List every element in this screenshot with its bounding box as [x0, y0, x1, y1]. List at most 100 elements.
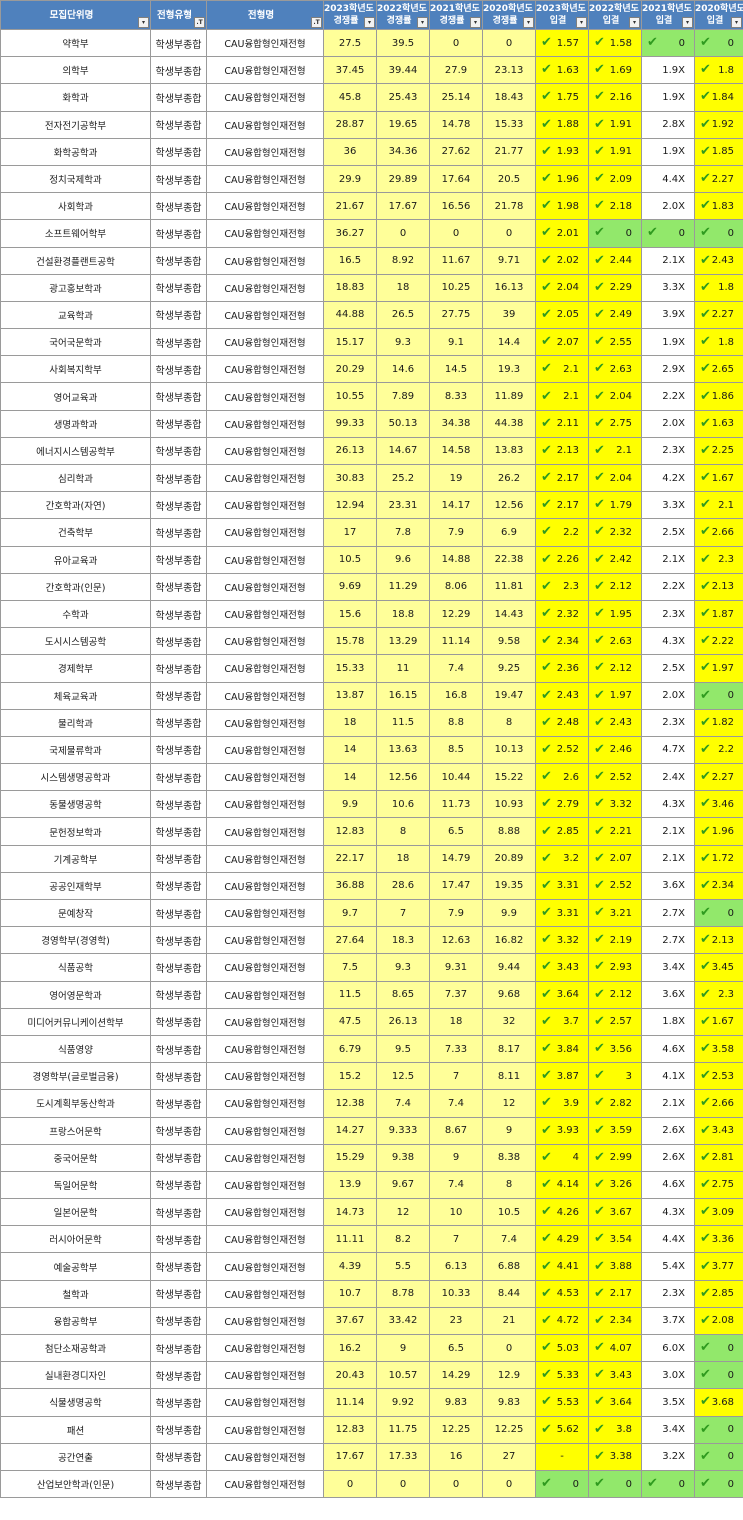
competition-rate-cell[interactable]: 15.33 — [323, 654, 377, 683]
admission-name-cell[interactable]: CAU융합형인재전형 — [206, 436, 324, 466]
cutoff-grade-cell[interactable]: 1.8X — [641, 1007, 695, 1036]
competition-rate-cell[interactable]: 44.38 — [482, 409, 536, 438]
department-cell[interactable]: 건축학부 — [0, 518, 151, 547]
cutoff-grade-cell[interactable]: ✔ 2.17 — [588, 1279, 642, 1308]
admission-type-cell[interactable]: 학생부종합 — [150, 1279, 207, 1308]
cutoff-grade-cell[interactable]: ✔ 3.84 — [535, 1034, 589, 1064]
admission-name-cell[interactable]: CAU융합형인재전형 — [206, 953, 324, 982]
cutoff-grade-cell[interactable]: ✔ 2.07 — [588, 844, 642, 873]
competition-rate-cell[interactable]: 26.13 — [323, 436, 377, 466]
competition-rate-cell[interactable]: 18 — [323, 708, 377, 737]
competition-rate-cell[interactable]: 12.83 — [323, 1415, 377, 1444]
competition-rate-cell[interactable]: 9.31 — [429, 953, 483, 982]
competition-rate-cell[interactable]: 7.4 — [429, 654, 483, 683]
cutoff-grade-cell[interactable]: ✔ 1.67 — [694, 1007, 743, 1036]
competition-rate-cell[interactable]: 12.5 — [376, 1062, 430, 1091]
competition-rate-cell[interactable]: 0 — [429, 28, 483, 58]
cutoff-grade-cell[interactable]: ✔ 2.08 — [694, 1306, 743, 1336]
cutoff-grade-cell[interactable]: ✔ 2.85 — [535, 817, 589, 846]
admission-name-cell[interactable]: CAU융합형인재전형 — [206, 219, 324, 248]
cutoff-grade-cell[interactable]: 2.7X — [641, 926, 695, 955]
admission-name-cell[interactable]: CAU융합형인재전형 — [206, 1089, 324, 1118]
cutoff-grade-cell[interactable]: ✔ 2.43 — [588, 708, 642, 737]
cutoff-grade-cell[interactable]: ✔ 2.16 — [588, 83, 642, 112]
competition-rate-cell[interactable]: 18.43 — [482, 83, 536, 112]
cutoff-grade-cell[interactable]: 2.9X — [641, 355, 695, 384]
cutoff-grade-cell[interactable]: ✔ 2.65 — [694, 355, 743, 384]
competition-rate-cell[interactable]: 15.6 — [323, 599, 377, 629]
admission-type-cell[interactable]: 학생부종합 — [150, 463, 207, 493]
competition-rate-cell[interactable]: 11.5 — [323, 980, 377, 1009]
admission-name-cell[interactable]: CAU융합형인재전형 — [206, 110, 324, 139]
admission-type-cell[interactable]: 학생부종합 — [150, 56, 207, 85]
competition-rate-cell[interactable]: 8 — [482, 1170, 536, 1200]
cutoff-grade-cell[interactable]: ✔ 2.81 — [694, 1143, 743, 1172]
cutoff-grade-cell[interactable]: 6.0X — [641, 1333, 695, 1363]
admission-name-cell[interactable]: CAU융합형인재전형 — [206, 246, 324, 275]
competition-rate-cell[interactable]: 9.6 — [376, 545, 430, 574]
competition-rate-cell[interactable]: 7.9 — [429, 898, 483, 928]
competition-rate-cell[interactable]: 17.47 — [429, 871, 483, 901]
cutoff-grade-cell[interactable]: ✔ 3.45 — [694, 953, 743, 982]
cutoff-grade-cell[interactable]: ✔ 2.32 — [588, 518, 642, 547]
admission-type-cell[interactable]: 학생부종합 — [150, 409, 207, 438]
competition-rate-cell[interactable]: 8.06 — [429, 572, 483, 601]
admission-name-cell[interactable]: CAU융합형인재전형 — [206, 708, 324, 737]
competition-rate-cell[interactable]: 9 — [429, 1143, 483, 1172]
cutoff-grade-cell[interactable]: ✔ 5.53 — [535, 1388, 589, 1417]
competition-rate-cell[interactable]: 10.13 — [482, 735, 536, 765]
cutoff-grade-cell[interactable]: ✔ 2.63 — [588, 627, 642, 656]
competition-rate-cell[interactable]: 10.5 — [323, 545, 377, 574]
cutoff-grade-cell[interactable]: ✔ 2.01 — [535, 219, 589, 248]
admission-name-cell[interactable]: CAU융합형인재전형 — [206, 980, 324, 1009]
competition-rate-cell[interactable]: 20.43 — [323, 1361, 377, 1390]
cutoff-grade-cell[interactable]: ✔ 2.43 — [694, 246, 743, 275]
cutoff-grade-cell[interactable]: 1.9X — [641, 137, 695, 166]
cutoff-grade-cell[interactable]: ✔ 2.66 — [694, 1089, 743, 1118]
department-cell[interactable]: 실내환경디자인 — [0, 1361, 151, 1390]
cutoff-grade-cell[interactable]: ✔ 0 — [694, 1469, 743, 1499]
competition-rate-cell[interactable]: 14.88 — [429, 545, 483, 574]
competition-rate-cell[interactable]: 8.92 — [376, 246, 430, 275]
department-cell[interactable]: 문헌정보학과 — [0, 817, 151, 846]
competition-rate-cell[interactable]: 20.89 — [482, 844, 536, 873]
department-cell[interactable]: 사회복지학부 — [0, 355, 151, 384]
cutoff-grade-cell[interactable]: 2.2X — [641, 382, 695, 411]
admission-type-cell[interactable]: 학생부종합 — [150, 1116, 207, 1145]
department-cell[interactable]: 예술공학부 — [0, 1252, 151, 1281]
competition-rate-cell[interactable]: 14.27 — [323, 1116, 377, 1145]
competition-rate-cell[interactable]: 0 — [429, 1469, 483, 1499]
admission-type-cell[interactable]: 학생부종합 — [150, 627, 207, 656]
cutoff-grade-cell[interactable]: ✔ 2.13 — [694, 572, 743, 601]
admission-type-cell[interactable]: 학생부종합 — [150, 1034, 207, 1064]
competition-rate-cell[interactable]: 11.29 — [376, 572, 430, 601]
cutoff-grade-cell[interactable]: ✔ 1.67 — [694, 463, 743, 493]
cutoff-grade-cell[interactable]: ✔ 2.27 — [694, 300, 743, 330]
cutoff-grade-cell[interactable]: ✔ 2.44 — [588, 246, 642, 275]
department-cell[interactable]: 전자전기공학부 — [0, 110, 151, 139]
competition-rate-cell[interactable]: 10 — [429, 1198, 483, 1227]
admission-type-cell[interactable]: 학생부종합 — [150, 382, 207, 411]
admission-name-cell[interactable]: CAU융합형인재전형 — [206, 926, 324, 955]
admission-name-cell[interactable]: CAU융합형인재전형 — [206, 1306, 324, 1336]
competition-rate-cell[interactable]: 8.17 — [482, 1034, 536, 1064]
competition-rate-cell[interactable]: 20.5 — [482, 164, 536, 194]
cutoff-grade-cell[interactable]: ✔ 2.25 — [694, 436, 743, 466]
competition-rate-cell[interactable]: 14.5 — [429, 355, 483, 384]
admission-type-cell[interactable]: 학생부종합 — [150, 1333, 207, 1363]
competition-rate-cell[interactable]: 22.17 — [323, 844, 377, 873]
cutoff-grade-cell[interactable]: ✔ 2.04 — [588, 463, 642, 493]
competition-rate-cell[interactable]: 15.78 — [323, 627, 377, 656]
competition-rate-cell[interactable]: 25.14 — [429, 83, 483, 112]
admission-name-cell[interactable]: CAU융합형인재전형 — [206, 273, 324, 302]
admission-type-cell[interactable]: 학생부종합 — [150, 572, 207, 601]
cutoff-grade-cell[interactable]: ✔ 2.63 — [588, 355, 642, 384]
competition-rate-cell[interactable]: 0 — [429, 219, 483, 248]
cutoff-grade-cell[interactable]: ✔ 1.8 — [694, 273, 743, 302]
cutoff-grade-cell[interactable]: ✔ 3.93 — [535, 1116, 589, 1145]
cutoff-grade-cell[interactable]: ✔ 1.88 — [535, 110, 589, 139]
competition-rate-cell[interactable]: 9.92 — [376, 1388, 430, 1417]
cutoff-grade-cell[interactable]: ✔ 2.6 — [535, 763, 589, 792]
competition-rate-cell[interactable]: 37.67 — [323, 1306, 377, 1336]
department-cell[interactable]: 식품영양 — [0, 1034, 151, 1064]
